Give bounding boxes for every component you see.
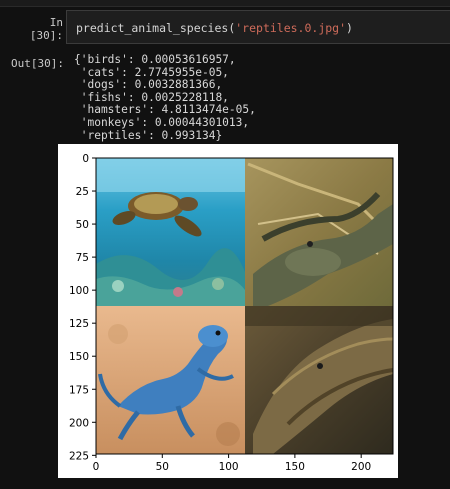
image-plot: 0 25 50 75 100 125 150 175 200 225 0 50 100 150 200	[69, 153, 394, 473]
output-line: 'hamsters': 4.8113474e-05,	[74, 103, 256, 117]
top-border	[0, 0, 450, 7]
y-tick-label: 0	[82, 153, 89, 165]
y-tick-label: 175	[69, 384, 89, 396]
code-string-arg: 'reptiles.0.jpg'	[235, 21, 347, 35]
blue-lizard-photo	[96, 306, 245, 454]
crocodile-bottom-right-photo	[245, 306, 394, 454]
x-axis: 0 50 100 150 200	[93, 454, 371, 473]
code-function: predict_animal_species(	[76, 21, 236, 35]
y-tick-label: 200	[69, 417, 89, 429]
y-tick-label: 125	[69, 318, 89, 330]
crocodile-top-right-photo	[245, 158, 393, 306]
sea-turtle-photo	[96, 158, 245, 306]
x-tick-label: 50	[156, 461, 169, 473]
y-tick-label: 75	[76, 252, 89, 264]
output-prompt: Out[30]:	[11, 57, 64, 70]
output-line: 'dogs': 0.0032881366,	[74, 78, 223, 92]
output-line: 'cats': 2.7745955e-05,	[74, 65, 229, 79]
x-tick-label: 200	[351, 461, 371, 473]
y-tick-label: 225	[69, 450, 89, 462]
output-text: {'birds': 0.00053616957, 'cats': 2.77459…	[74, 53, 256, 142]
output-line: 'fishs': 0.0025228118,	[74, 90, 229, 104]
input-prompt: In [30]:	[29, 16, 63, 42]
y-axis: 0 25 50 75 100 125 150 175 200 225	[69, 153, 96, 462]
matplotlib-figure: 0 25 50 75 100 125 150 175 200 225 0 50 100 150 200	[58, 144, 398, 478]
x-tick-label: 100	[219, 461, 239, 473]
x-tick-label: 0	[93, 461, 100, 473]
y-tick-label: 50	[76, 219, 89, 231]
y-tick-label: 100	[69, 285, 89, 297]
y-tick-label: 150	[69, 351, 89, 363]
output-line: {'birds': 0.00053616957,	[74, 53, 236, 66]
y-tick-label: 25	[76, 186, 89, 198]
code-line[interactable]: predict_animal_species('reptiles.0.jpg')	[76, 21, 353, 35]
code-close-paren: )	[346, 21, 353, 35]
output-line: 'monkeys': 0.00044301013,	[74, 115, 250, 129]
x-tick-label: 150	[285, 461, 305, 473]
output-line: 'reptiles': 0.993134}	[74, 128, 223, 142]
